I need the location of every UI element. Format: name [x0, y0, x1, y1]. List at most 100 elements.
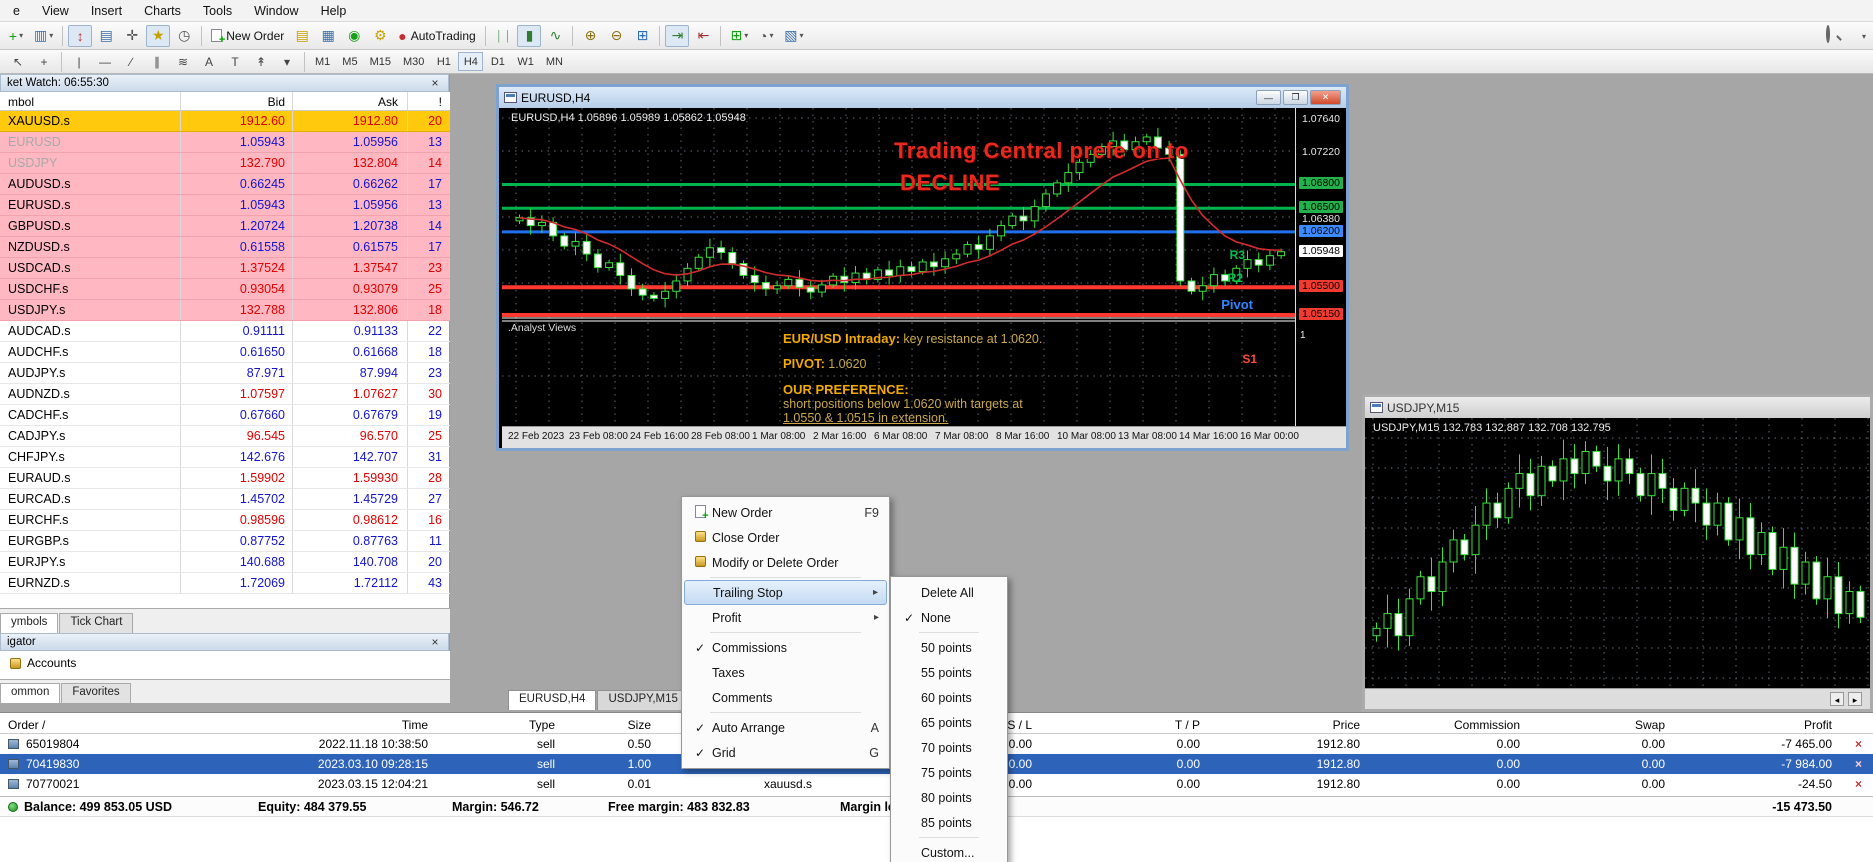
timeframe-mn[interactable]: MN	[541, 52, 568, 71]
navigator-close-icon[interactable]: ×	[428, 635, 442, 649]
text-tool[interactable]: A	[197, 51, 221, 73]
experts-button[interactable]: ▦	[316, 25, 340, 47]
shapes-dropdown[interactable]: ▾	[275, 51, 299, 73]
tab-ymbols[interactable]: ymbols	[0, 613, 58, 633]
column-comm[interactable]: Commission	[1454, 718, 1520, 732]
menu-item-custom-[interactable]: Custom...	[893, 840, 1005, 862]
market-watch-row[interactable]: USDJPY132.790132.80414	[0, 153, 450, 174]
window-tab-eurusd-h4[interactable]: EURUSD,H4	[508, 690, 596, 710]
menu-item-profit[interactable]: Profit▸	[684, 605, 887, 630]
timeframe-w1[interactable]: W1	[512, 52, 539, 71]
menu-item-taxes[interactable]: Taxes	[684, 660, 887, 685]
menu-item-tools[interactable]: Tools	[192, 1, 243, 21]
menu-item-80-points[interactable]: 80 points	[893, 785, 1005, 810]
eurusd-price-axis[interactable]: 1 1.076401.072201.063801.068001.065001.0…	[1295, 108, 1346, 426]
navigator-item-accounts[interactable]: Accounts	[0, 651, 450, 670]
market-watch-toggle[interactable]: ↕	[68, 25, 92, 47]
profiles-button[interactable]: ▥▾	[30, 25, 57, 47]
menu-item-insert[interactable]: Insert	[80, 1, 133, 21]
menu-item-window[interactable]: Window	[243, 1, 309, 21]
column-spread[interactable]: !	[439, 95, 442, 109]
tab-ommon[interactable]: ommon	[0, 683, 60, 703]
market-watch-row[interactable]: NZDUSD.s0.615580.6157517	[0, 237, 450, 258]
timeframe-h1[interactable]: H1	[431, 52, 456, 71]
market-watch-row[interactable]: XAUUSD.s1912.601912.8020	[0, 111, 450, 132]
column-size[interactable]: Size	[628, 718, 651, 732]
column-profit[interactable]: Profit	[1804, 718, 1832, 732]
candlestick-button[interactable]: ▮	[517, 25, 541, 47]
tile-windows-button[interactable]: ⊞	[630, 25, 654, 47]
menu-item-comments[interactable]: Comments	[684, 685, 887, 710]
close-order-icon[interactable]: ×	[1855, 737, 1862, 751]
market-watch-row[interactable]: AUDNZD.s1.075971.0762730	[0, 384, 450, 405]
scroll-left-icon[interactable]: ◂	[1830, 692, 1844, 706]
market-watch-row[interactable]: AUDUSD.s0.662450.6626217	[0, 174, 450, 195]
menu-item-55-points[interactable]: 55 points	[893, 660, 1005, 685]
market-watch-row[interactable]: EURUSD.s1.059431.0595613	[0, 195, 450, 216]
column-ask[interactable]: Ask	[378, 95, 398, 109]
close-order-icon[interactable]: ×	[1855, 757, 1862, 771]
usdjpy-titlebar[interactable]: USDJPY,M15	[1365, 397, 1870, 418]
metaeditor-button[interactable]: ▤	[290, 25, 314, 47]
tab-favorites[interactable]: Favorites	[61, 683, 130, 703]
column-tp[interactable]: T / P	[1175, 718, 1200, 732]
navigator-toggle[interactable]: ✛	[120, 25, 144, 47]
column-sl[interactable]: S / L	[1007, 718, 1032, 732]
terminal-toggle[interactable]: ★	[146, 25, 170, 47]
chart-shift-button[interactable]: ⇤	[691, 25, 715, 47]
menu-item-none[interactable]: ✓None	[893, 605, 1005, 630]
arrows-tool[interactable]: ↟	[249, 51, 273, 73]
menu-item-60-points[interactable]: 60 points	[893, 685, 1005, 710]
column-type[interactable]: Type	[529, 718, 555, 732]
cursor-tool[interactable]: ↖	[6, 51, 30, 73]
market-watch-row[interactable]: EURCAD.s1.457021.4572927	[0, 489, 450, 510]
market-watch-close-icon[interactable]: ×	[428, 76, 442, 90]
column-price[interactable]: Price	[1333, 718, 1360, 732]
market-watch-row[interactable]: CHFJPY.s142.676142.70731	[0, 447, 450, 468]
column-swap[interactable]: Swap	[1635, 718, 1665, 732]
menu-item-auto-arrange[interactable]: ✓Auto ArrangeA	[684, 715, 887, 740]
toolbar-overflow-icon[interactable]: ▾	[1851, 25, 1873, 47]
menu-item-e[interactable]: e	[2, 1, 31, 21]
new-order-button[interactable]: New Order	[207, 25, 288, 47]
usdjpy-plot-area[interactable]: USDJPY,M15 132.783 132.887 132.708 132.7…	[1365, 418, 1870, 688]
market-watch-row[interactable]: EURGBP.s0.877520.8776311	[0, 531, 450, 552]
eurusd-time-axis[interactable]: 22 Feb 202323 Feb 08:0024 Feb 16:0028 Fe…	[502, 426, 1346, 448]
menu-item-modify-or-delete-order[interactable]: Modify or Delete Order	[684, 550, 887, 575]
close-order-icon[interactable]: ×	[1855, 777, 1862, 791]
market-watch-row[interactable]: EURUSD1.059431.0595613	[0, 132, 450, 153]
market-watch-row[interactable]: EURAUD.s1.599021.5993028	[0, 468, 450, 489]
search-icon[interactable]	[1826, 27, 1830, 41]
timeframe-m5[interactable]: M5	[337, 52, 362, 71]
fibonacci-tool[interactable]: ≋	[171, 51, 195, 73]
market-watch-row[interactable]: AUDCHF.s0.616500.6166818	[0, 342, 450, 363]
templates-button[interactable]: ▧▾	[780, 25, 807, 47]
market-watch-row[interactable]: EURJPY.s140.688140.70820	[0, 552, 450, 573]
auto-scroll-button[interactable]: ⇥	[665, 25, 689, 47]
market-watch-row[interactable]: AUDJPY.s87.97187.99423	[0, 363, 450, 384]
timeframe-h4[interactable]: H4	[458, 52, 483, 71]
channel-tool[interactable]: ∥	[145, 51, 169, 73]
menu-item-50-points[interactable]: 50 points	[893, 635, 1005, 660]
autotrading-button[interactable]: ●AutoTrading	[394, 25, 479, 47]
chart-window-eurusd[interactable]: EURUSD,H4 — ❐ ✕ EURUSD,H4 1.05896 1.0598…	[496, 84, 1349, 451]
data-window-toggle[interactable]: ▤	[94, 25, 118, 47]
column-bid[interactable]: Bid	[268, 95, 285, 109]
market-watch-row[interactable]: EURNZD.s1.720691.7211243	[0, 573, 450, 594]
ea-properties-button[interactable]: ⚙	[368, 25, 392, 47]
maximize-icon[interactable]: ❐	[1283, 90, 1308, 105]
eurusd-titlebar[interactable]: EURUSD,H4 — ❐ ✕	[499, 87, 1346, 108]
navigator-titlebar[interactable]: igator ×	[0, 633, 449, 651]
menu-item-help[interactable]: Help	[310, 1, 358, 21]
menu-item-charts[interactable]: Charts	[133, 1, 192, 21]
column-time[interactable]: Time	[402, 718, 428, 732]
menu-item-close-order[interactable]: Close Order	[684, 525, 887, 550]
menu-item-view[interactable]: View	[31, 1, 80, 21]
menu-item-trailing-stop[interactable]: Trailing Stop▸	[684, 580, 887, 605]
chart-window-usdjpy[interactable]: USDJPY,M15 USDJPY,M15 132.783 132.887 13…	[1362, 394, 1873, 712]
vertical-line-tool[interactable]: |	[67, 51, 91, 73]
market-watch-row[interactable]: CADJPY.s96.54596.57025	[0, 426, 450, 447]
menu-item-85-points[interactable]: 85 points	[893, 810, 1005, 835]
market-watch-row[interactable]: AUDCAD.s0.911110.9113322	[0, 321, 450, 342]
timeframe-m30[interactable]: M30	[398, 52, 429, 71]
